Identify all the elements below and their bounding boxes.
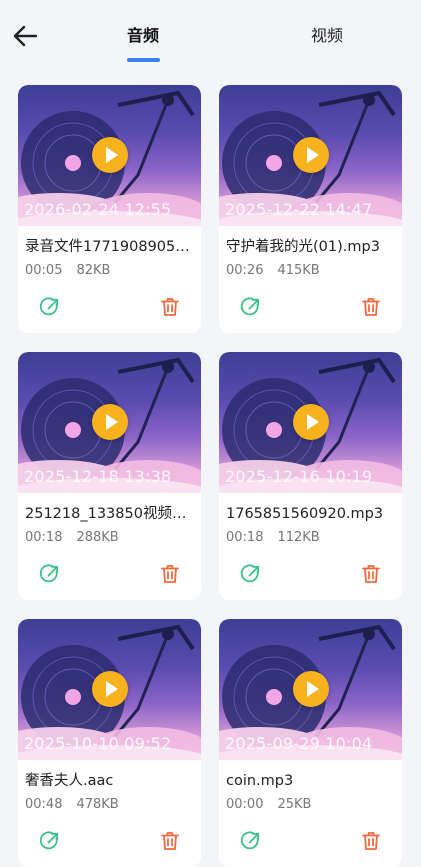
audio-duration: 00:00: [226, 797, 264, 812]
audio-title: coin.mp3: [226, 773, 294, 789]
audio-thumbnail: 2025-10-10 09:52: [18, 619, 201, 760]
arrow-left-icon: [13, 25, 38, 47]
recording-timestamp: 2025-12-18 13:38: [24, 467, 172, 486]
share-button[interactable]: [239, 562, 263, 586]
play-button[interactable]: [293, 671, 329, 707]
delete-button[interactable]: [359, 829, 383, 853]
audio-duration: 00:18: [226, 530, 264, 545]
audio-title: 奢香夫人.aac: [25, 773, 114, 789]
audio-duration: 00:18: [25, 530, 63, 545]
share-button[interactable]: [239, 829, 263, 853]
audio-size: 25KB: [277, 797, 312, 812]
recording-timestamp: 2026-02-24 12:55: [24, 200, 172, 219]
audio-duration: 00:26: [226, 263, 264, 278]
share-icon: [240, 564, 260, 583]
tab-audio[interactable]: 音频: [118, 25, 168, 47]
audio-title: 守护着我的光(01).mp3: [226, 239, 380, 255]
audio-card[interactable]: 2025-12-22 14:47 守护着我的光(01).mp3 00:26 415…: [219, 85, 402, 333]
active-tab-indicator: [127, 58, 160, 62]
delete-button[interactable]: [158, 562, 182, 586]
delete-button[interactable]: [359, 295, 383, 319]
trash-icon: [161, 298, 179, 316]
audio-card[interactable]: 2025-09-29 10:04 coin.mp3 00:00 25KB: [219, 619, 402, 867]
trash-icon: [362, 298, 380, 316]
share-icon: [39, 564, 59, 583]
audio-duration: 00:05: [25, 263, 63, 278]
audio-title: 1765851560920.mp3: [226, 506, 384, 522]
share-icon: [240, 831, 260, 850]
trash-icon: [362, 832, 380, 850]
recording-timestamp: 2025-09-29 10:04: [225, 734, 373, 753]
audio-size: 415KB: [277, 263, 320, 278]
audio-card[interactable]: 2026-02-24 12:55 录音文件1771908905… 00:05 82…: [18, 85, 201, 333]
play-button[interactable]: [92, 404, 128, 440]
audio-thumbnail: 2025-12-16 10:19: [219, 352, 402, 493]
audio-thumbnail: 2025-12-18 13:38: [18, 352, 201, 493]
trash-icon: [362, 565, 380, 583]
play-button[interactable]: [293, 404, 329, 440]
audio-title: 251218_133850视频…: [25, 506, 187, 522]
share-button[interactable]: [38, 829, 62, 853]
audio-title: 录音文件1771908905…: [25, 239, 190, 255]
audio-size: 112KB: [277, 530, 320, 545]
play-button[interactable]: [293, 137, 329, 173]
audio-size: 82KB: [76, 263, 111, 278]
audio-duration: 00:48: [25, 797, 63, 812]
trash-icon: [161, 832, 179, 850]
delete-button[interactable]: [158, 295, 182, 319]
share-button[interactable]: [38, 562, 62, 586]
back-button[interactable]: [8, 18, 44, 54]
share-button[interactable]: [38, 295, 62, 319]
audio-thumbnail: 2026-02-24 12:55: [18, 85, 201, 226]
share-icon: [240, 297, 260, 316]
audio-thumbnail: 2025-09-29 10:04: [219, 619, 402, 760]
top-bar: 音频 视频: [0, 0, 421, 72]
play-button[interactable]: [92, 137, 128, 173]
audio-card[interactable]: 2025-12-16 10:19 1765851560920.mp3 00:18…: [219, 352, 402, 600]
recording-timestamp: 2025-12-22 14:47: [225, 200, 373, 219]
share-button[interactable]: [239, 295, 263, 319]
play-button[interactable]: [92, 671, 128, 707]
recording-timestamp: 2025-12-16 10:19: [225, 467, 373, 486]
audio-size: 288KB: [76, 530, 119, 545]
share-icon: [39, 831, 59, 850]
audio-thumbnail: 2025-12-22 14:47: [219, 85, 402, 226]
recording-timestamp: 2025-10-10 09:52: [24, 734, 172, 753]
trash-icon: [161, 565, 179, 583]
tab-video[interactable]: 视频: [302, 25, 352, 47]
delete-button[interactable]: [359, 562, 383, 586]
audio-card[interactable]: 2025-12-18 13:38 251218_133850视频… 00:18 2…: [18, 352, 201, 600]
audio-size: 478KB: [76, 797, 119, 812]
share-icon: [39, 297, 59, 316]
delete-button[interactable]: [158, 829, 182, 853]
audio-card[interactable]: 2025-10-10 09:52 奢香夫人.aac 00:48 478KB: [18, 619, 201, 867]
